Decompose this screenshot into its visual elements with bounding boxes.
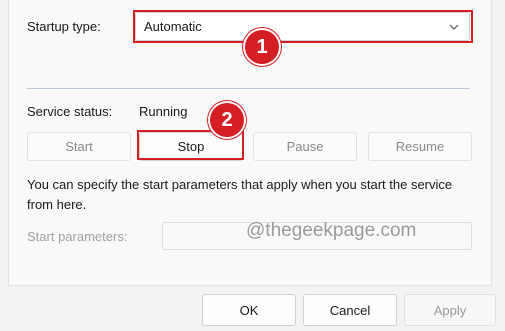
- section-divider: [27, 88, 470, 89]
- step-2-badge: 2: [210, 103, 244, 137]
- apply-button[interactable]: Apply: [404, 294, 496, 326]
- pause-button[interactable]: Pause: [253, 132, 357, 161]
- service-status-label: Service status:: [27, 104, 113, 119]
- start-parameters-label: Start parameters:: [27, 229, 128, 244]
- watermark-text: @thegeekpage.com: [246, 220, 417, 241]
- resume-button[interactable]: Resume: [368, 132, 472, 161]
- step-1-badge: 1: [245, 30, 279, 64]
- startup-type-dropdown[interactable]: Automatic: [135, 12, 470, 41]
- startup-type-label: Startup type:: [27, 19, 101, 34]
- start-parameters-description: You can specify the start parameters tha…: [27, 177, 453, 212]
- startup-type-value: Automatic: [144, 19, 202, 34]
- chevron-down-icon: [449, 24, 459, 30]
- service-status-value: Running: [139, 104, 188, 119]
- start-button[interactable]: Start: [27, 132, 131, 161]
- ok-button[interactable]: OK: [202, 294, 296, 326]
- cancel-button[interactable]: Cancel: [303, 294, 397, 326]
